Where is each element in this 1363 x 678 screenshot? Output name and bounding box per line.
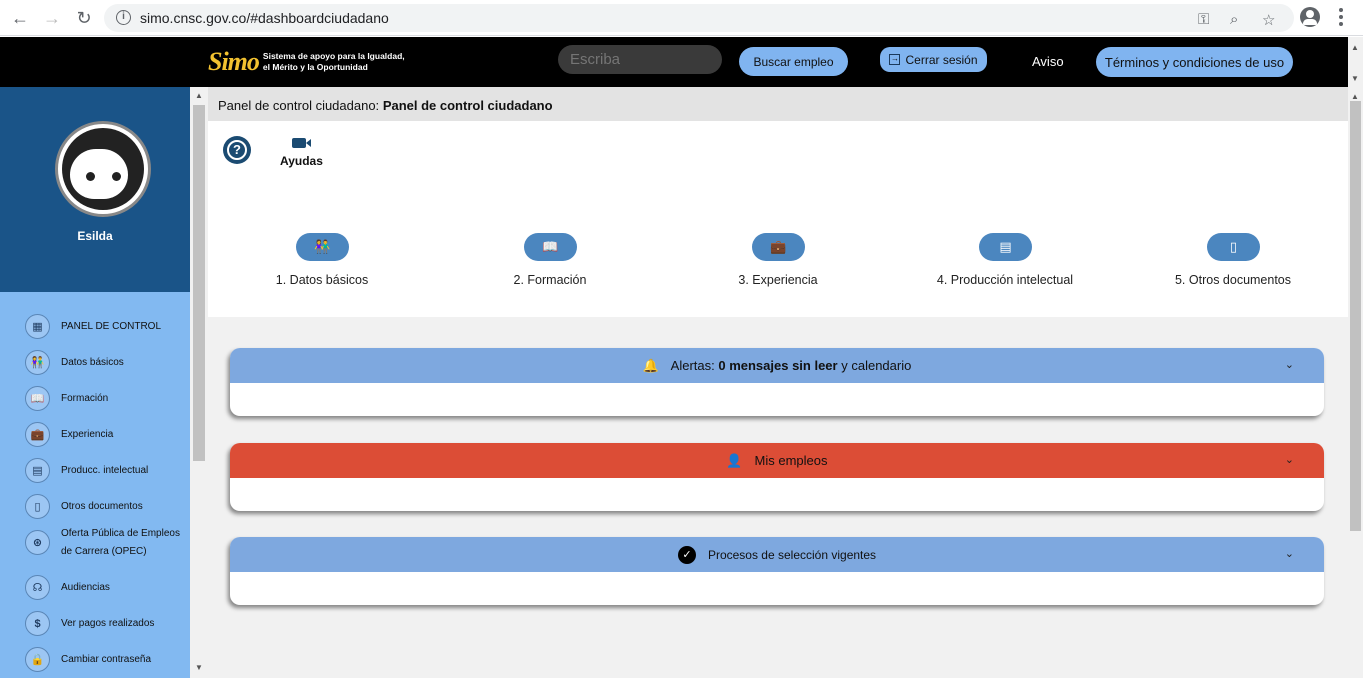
briefcase-icon: 💼 xyxy=(25,422,50,447)
people-icon: 👫 xyxy=(25,350,50,375)
search-job-button[interactable]: Buscar empleo xyxy=(739,47,848,76)
aviso-link[interactable]: Aviso xyxy=(1032,54,1064,69)
step-experiencia[interactable]: 💼 3. Experiencia xyxy=(668,233,888,293)
profile-card: Esilda xyxy=(0,87,190,292)
badge-icon: 👤 xyxy=(726,452,743,468)
simo-logo[interactable]: Simo Sistema de apoyo para la Igualdad, … xyxy=(208,45,405,79)
terms-button[interactable]: Términos y condiciones de uso xyxy=(1096,47,1293,77)
check-circle-icon: ✓ xyxy=(677,545,696,564)
logout-icon: → xyxy=(889,54,901,65)
processes-panel: ✓ Procesos de selección vigentes ⌄ xyxy=(230,537,1324,605)
menu-kebab-icon[interactable] xyxy=(1339,8,1343,26)
logout-button[interactable]: → Cerrar sesión xyxy=(880,47,987,72)
page-scrollbar[interactable]: ▲ ▼ ▲ xyxy=(1348,37,1363,678)
video-icon[interactable] xyxy=(292,138,311,148)
step-otros-documentos[interactable]: ▯ 5. Otros documentos xyxy=(1123,233,1343,293)
jobs-panel: 👤 Mis empleos ⌄ xyxy=(230,443,1324,511)
help-label[interactable]: Ayudas xyxy=(280,154,323,168)
sidebar: Esilda ▦ PANEL DE CONTROL 👫 Datos básico… xyxy=(0,87,190,678)
library-icon[interactable]: ▤ xyxy=(979,233,1032,261)
bell-icon: 🔔 xyxy=(642,357,659,373)
sidebar-item-contrasena[interactable]: 🔒 Cambiar contraseña xyxy=(0,642,190,678)
logo-tagline: Sistema de apoyo para la Igualdad, el Mé… xyxy=(262,51,405,72)
document-icon: ▯ xyxy=(25,494,50,519)
site-header: Simo Sistema de apoyo para la Igualdad, … xyxy=(0,37,1348,87)
logo-mark: Simo xyxy=(208,47,260,76)
back-arrow-icon[interactable]: ← xyxy=(10,8,30,28)
sidebar-item-otros-documentos[interactable]: ▯ Otros documentos xyxy=(0,489,190,525)
dollar-icon: $ xyxy=(25,611,50,636)
sidebar-item-opec[interactable]: ⊛ Oferta Pública de Empleos de Carrera (… xyxy=(0,525,190,570)
breadcrumb: Panel de control ciudadano: Panel de con… xyxy=(208,87,1348,121)
sidebar-scrollbar[interactable]: ▲ ▼ xyxy=(190,87,208,678)
url-text: simo.cnsc.gov.co/#dashboardciudadano xyxy=(140,10,389,26)
book-icon: 📖 xyxy=(25,386,50,411)
lock-icon: 🔒 xyxy=(25,647,50,672)
step-formacion[interactable]: 📖 2. Formación xyxy=(440,233,660,293)
chevron-down-icon[interactable]: ⌄ xyxy=(1285,547,1294,560)
document-icon[interactable]: ▯ xyxy=(1207,233,1260,261)
sidebar-item-produccion[interactable]: ▤ Producc. intelectual xyxy=(0,453,190,489)
scroll-thumb[interactable] xyxy=(1350,101,1361,531)
sidebar-menu: ▦ PANEL DE CONTROL 👫 Datos básicos 📖 For… xyxy=(0,309,190,678)
reload-icon[interactable]: ↻ xyxy=(74,8,94,28)
address-bar[interactable]: i simo.cnsc.gov.co/#dashboardciudadano ⚿… xyxy=(104,4,1294,32)
page-title: Panel de control ciudadano xyxy=(382,98,553,113)
forward-arrow-icon[interactable]: → xyxy=(42,8,62,28)
sidebar-item-panel[interactable]: ▦ PANEL DE CONTROL xyxy=(0,309,190,345)
zoom-icon[interactable]: ⌕ xyxy=(1230,11,1238,28)
dashboard-icon: ▦ xyxy=(25,314,50,339)
chevron-down-icon[interactable]: ⌄ xyxy=(1285,453,1294,466)
step-produccion-intelectual[interactable]: ▤ 4. Producción intelectual xyxy=(895,233,1115,293)
alerts-header[interactable]: 🔔 Alertas: 0 mensajes sin leer y calenda… xyxy=(230,348,1324,383)
scroll-up-icon[interactable]: ▲ xyxy=(1351,92,1359,101)
scroll-up-icon[interactable]: ▲ xyxy=(1351,43,1359,52)
logout-label: Cerrar sesión xyxy=(905,52,978,67)
sidebar-item-formacion[interactable]: 📖 Formación xyxy=(0,381,190,417)
scroll-down-icon[interactable]: ▼ xyxy=(1351,74,1359,83)
sidebar-item-experiencia[interactable]: 💼 Experiencia xyxy=(0,417,190,453)
jobs-header[interactable]: 👤 Mis empleos ⌄ xyxy=(230,443,1324,478)
scroll-up-icon[interactable]: ▲ xyxy=(195,91,203,100)
steps-panel: ? Ayudas 👫 1. Datos básicos 📖 2. Formaci… xyxy=(208,121,1348,317)
scroll-down-icon[interactable]: ▼ xyxy=(195,663,203,672)
search-input[interactable] xyxy=(558,45,722,74)
step-datos-basicos[interactable]: 👫 1. Datos básicos xyxy=(212,233,432,293)
main-content: Panel de control ciudadano: Panel de con… xyxy=(208,87,1348,678)
help-icon[interactable]: ? xyxy=(223,136,251,164)
opec-icon: ⊛ xyxy=(25,530,50,555)
avatar[interactable] xyxy=(55,121,151,217)
audience-icon: ☊ xyxy=(25,575,50,600)
sidebar-item-pagos[interactable]: $ Ver pagos realizados xyxy=(0,606,190,642)
sidebar-item-audiencias[interactable]: ☊ Audiencias xyxy=(0,570,190,606)
people-icon[interactable]: 👫 xyxy=(296,233,349,261)
chevron-down-icon[interactable]: ⌄ xyxy=(1285,358,1294,371)
sidebar-item-datos-basicos[interactable]: 👫 Datos básicos xyxy=(0,345,190,381)
scroll-thumb[interactable] xyxy=(193,105,205,461)
processes-header[interactable]: ✓ Procesos de selección vigentes ⌄ xyxy=(230,537,1324,572)
library-icon: ▤ xyxy=(25,458,50,483)
book-icon[interactable]: 📖 xyxy=(524,233,577,261)
user-name: Esilda xyxy=(77,229,113,243)
alerts-panel: 🔔 Alertas: 0 mensajes sin leer y calenda… xyxy=(230,348,1324,416)
profile-icon[interactable] xyxy=(1300,7,1320,27)
briefcase-icon[interactable]: 💼 xyxy=(752,233,805,261)
star-icon[interactable]: ☆ xyxy=(1262,11,1275,29)
key-icon[interactable]: ⚿ xyxy=(1198,11,1209,28)
browser-toolbar: ← → ↻ i simo.cnsc.gov.co/#dashboardciuda… xyxy=(0,0,1363,36)
info-icon[interactable]: i xyxy=(116,10,131,25)
